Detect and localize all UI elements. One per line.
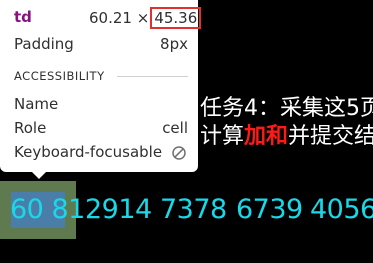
task-instruction: 计算加和并提交结 [200,118,373,150]
table-cell[interactable]: 60 81 [10,194,85,225]
section-divider [117,76,188,77]
table-cell[interactable]: 2914 [85,194,152,225]
element-width: 60.21 [89,9,132,27]
keyboard-focusable-label: Keyboard-focusable [14,143,163,161]
devtools-inspect-tooltip: td 60.21 × 45.36 Padding 8px ACCESSIBILIT… [0,0,202,172]
tooltip-pointer [32,172,46,179]
element-height: 45.36 [150,7,202,29]
padding-label: Padding [14,35,74,53]
task-instruction-prefix: 计算 [200,124,245,149]
element-tag: td [14,8,32,26]
element-size: 60.21 × 45.36 [89,7,202,29]
name-label: Name [14,95,59,113]
task-instruction-emphasis: 加和 [244,124,289,149]
role-label: Role [14,119,47,137]
role-value: cell [162,119,188,137]
accessibility-section-title: ACCESSIBILITY [14,69,105,83]
table-cell[interactable]: 4056 [310,194,373,225]
padding-value: 8px [160,35,188,53]
not-allowed-icon [172,146,186,160]
size-separator: × [136,9,150,27]
table-cell[interactable]: 7378 [160,194,227,225]
table-row: 60 81 2914 7378 6739 4056 [0,181,373,239]
table-cell[interactable]: 6739 [236,194,303,225]
task-instruction-suffix: 并提交结 [288,124,373,149]
